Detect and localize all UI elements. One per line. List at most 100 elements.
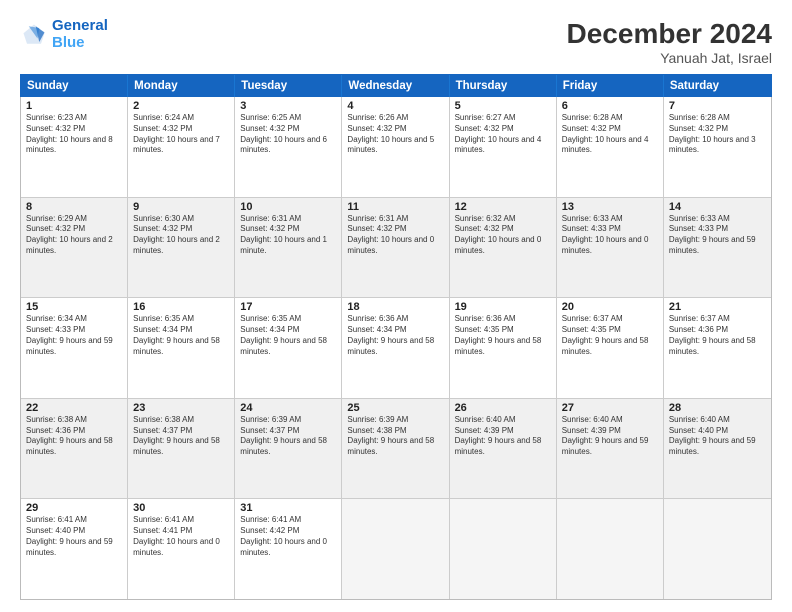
cell-details: Sunrise: 6:39 AMSunset: 4:38 PMDaylight:… xyxy=(347,415,443,458)
calendar-cell: 30Sunrise: 6:41 AMSunset: 4:41 PMDayligh… xyxy=(128,499,235,599)
header-thursday: Thursday xyxy=(450,75,557,97)
calendar-week-4: 22Sunrise: 6:38 AMSunset: 4:36 PMDayligh… xyxy=(21,399,771,500)
calendar-week-2: 8Sunrise: 6:29 AMSunset: 4:32 PMDaylight… xyxy=(21,198,771,299)
cell-details: Sunrise: 6:33 AMSunset: 4:33 PMDaylight:… xyxy=(562,214,658,257)
calendar-cell: 3Sunrise: 6:25 AMSunset: 4:32 PMDaylight… xyxy=(235,97,342,197)
day-number: 6 xyxy=(562,100,658,112)
cell-details: Sunrise: 6:38 AMSunset: 4:37 PMDaylight:… xyxy=(133,415,229,458)
cell-details: Sunrise: 6:25 AMSunset: 4:32 PMDaylight:… xyxy=(240,113,336,156)
day-number: 9 xyxy=(133,201,229,213)
calendar-cell xyxy=(557,499,664,599)
day-number: 28 xyxy=(669,402,766,414)
cell-details: Sunrise: 6:37 AMSunset: 4:36 PMDaylight:… xyxy=(669,314,766,357)
calendar-cell: 19Sunrise: 6:36 AMSunset: 4:35 PMDayligh… xyxy=(450,298,557,398)
day-number: 24 xyxy=(240,402,336,414)
day-number: 4 xyxy=(347,100,443,112)
day-number: 1 xyxy=(26,100,122,112)
calendar-cell: 31Sunrise: 6:41 AMSunset: 4:42 PMDayligh… xyxy=(235,499,342,599)
cell-details: Sunrise: 6:40 AMSunset: 4:40 PMDaylight:… xyxy=(669,415,766,458)
day-number: 13 xyxy=(562,201,658,213)
day-number: 19 xyxy=(455,301,551,313)
cell-details: Sunrise: 6:35 AMSunset: 4:34 PMDaylight:… xyxy=(240,314,336,357)
calendar-cell: 16Sunrise: 6:35 AMSunset: 4:34 PMDayligh… xyxy=(128,298,235,398)
calendar-header-border: Sunday Monday Tuesday Wednesday Thursday… xyxy=(20,74,772,97)
calendar-cell: 2Sunrise: 6:24 AMSunset: 4:32 PMDaylight… xyxy=(128,97,235,197)
header-sunday: Sunday xyxy=(21,75,128,97)
calendar-cell: 9Sunrise: 6:30 AMSunset: 4:32 PMDaylight… xyxy=(128,198,235,298)
calendar-cell: 8Sunrise: 6:29 AMSunset: 4:32 PMDaylight… xyxy=(21,198,128,298)
header-wednesday: Wednesday xyxy=(342,75,449,97)
calendar-cell: 26Sunrise: 6:40 AMSunset: 4:39 PMDayligh… xyxy=(450,399,557,499)
calendar-body: 1Sunrise: 6:23 AMSunset: 4:32 PMDaylight… xyxy=(21,97,771,599)
cell-details: Sunrise: 6:36 AMSunset: 4:34 PMDaylight:… xyxy=(347,314,443,357)
calendar-cell: 7Sunrise: 6:28 AMSunset: 4:32 PMDaylight… xyxy=(664,97,771,197)
header-saturday: Saturday xyxy=(664,75,771,97)
day-number: 27 xyxy=(562,402,658,414)
cell-details: Sunrise: 6:38 AMSunset: 4:36 PMDaylight:… xyxy=(26,415,122,458)
calendar-cell: 12Sunrise: 6:32 AMSunset: 4:32 PMDayligh… xyxy=(450,198,557,298)
header-monday: Monday xyxy=(128,75,235,97)
cell-details: Sunrise: 6:40 AMSunset: 4:39 PMDaylight:… xyxy=(455,415,551,458)
cell-details: Sunrise: 6:41 AMSunset: 4:41 PMDaylight:… xyxy=(133,515,229,558)
calendar-cell: 1Sunrise: 6:23 AMSunset: 4:32 PMDaylight… xyxy=(21,97,128,197)
day-number: 21 xyxy=(669,301,766,313)
day-number: 16 xyxy=(133,301,229,313)
page: General Blue December 2024 Yanuah Jat, I… xyxy=(0,0,792,612)
day-number: 23 xyxy=(133,402,229,414)
day-number: 31 xyxy=(240,502,336,514)
calendar-week-3: 15Sunrise: 6:34 AMSunset: 4:33 PMDayligh… xyxy=(21,298,771,399)
cell-details: Sunrise: 6:31 AMSunset: 4:32 PMDaylight:… xyxy=(347,214,443,257)
location: Yanuah Jat, Israel xyxy=(567,50,772,66)
cell-details: Sunrise: 6:39 AMSunset: 4:37 PMDaylight:… xyxy=(240,415,336,458)
calendar-cell: 17Sunrise: 6:35 AMSunset: 4:34 PMDayligh… xyxy=(235,298,342,398)
header: General Blue December 2024 Yanuah Jat, I… xyxy=(20,18,772,66)
day-number: 29 xyxy=(26,502,122,514)
calendar-body-border: 1Sunrise: 6:23 AMSunset: 4:32 PMDaylight… xyxy=(20,97,772,600)
cell-details: Sunrise: 6:35 AMSunset: 4:34 PMDaylight:… xyxy=(133,314,229,357)
calendar-week-5: 29Sunrise: 6:41 AMSunset: 4:40 PMDayligh… xyxy=(21,499,771,599)
cell-details: Sunrise: 6:41 AMSunset: 4:40 PMDaylight:… xyxy=(26,515,122,558)
cell-details: Sunrise: 6:27 AMSunset: 4:32 PMDaylight:… xyxy=(455,113,551,156)
calendar-cell xyxy=(450,499,557,599)
cell-details: Sunrise: 6:24 AMSunset: 4:32 PMDaylight:… xyxy=(133,113,229,156)
day-number: 10 xyxy=(240,201,336,213)
calendar-cell: 10Sunrise: 6:31 AMSunset: 4:32 PMDayligh… xyxy=(235,198,342,298)
cell-details: Sunrise: 6:31 AMSunset: 4:32 PMDaylight:… xyxy=(240,214,336,257)
day-number: 15 xyxy=(26,301,122,313)
calendar-header: Sunday Monday Tuesday Wednesday Thursday… xyxy=(21,75,771,97)
logo-icon xyxy=(20,21,48,49)
calendar-cell: 5Sunrise: 6:27 AMSunset: 4:32 PMDaylight… xyxy=(450,97,557,197)
calendar-week-1: 1Sunrise: 6:23 AMSunset: 4:32 PMDaylight… xyxy=(21,97,771,198)
cell-details: Sunrise: 6:34 AMSunset: 4:33 PMDaylight:… xyxy=(26,314,122,357)
cell-details: Sunrise: 6:29 AMSunset: 4:32 PMDaylight:… xyxy=(26,214,122,257)
header-tuesday: Tuesday xyxy=(235,75,342,97)
month-title: December 2024 xyxy=(567,18,772,50)
cell-details: Sunrise: 6:36 AMSunset: 4:35 PMDaylight:… xyxy=(455,314,551,357)
calendar-cell: 21Sunrise: 6:37 AMSunset: 4:36 PMDayligh… xyxy=(664,298,771,398)
header-friday: Friday xyxy=(557,75,664,97)
day-number: 26 xyxy=(455,402,551,414)
day-number: 5 xyxy=(455,100,551,112)
calendar-cell: 28Sunrise: 6:40 AMSunset: 4:40 PMDayligh… xyxy=(664,399,771,499)
calendar-cell: 27Sunrise: 6:40 AMSunset: 4:39 PMDayligh… xyxy=(557,399,664,499)
calendar-cell: 25Sunrise: 6:39 AMSunset: 4:38 PMDayligh… xyxy=(342,399,449,499)
day-number: 18 xyxy=(347,301,443,313)
cell-details: Sunrise: 6:33 AMSunset: 4:33 PMDaylight:… xyxy=(669,214,766,257)
cell-details: Sunrise: 6:32 AMSunset: 4:32 PMDaylight:… xyxy=(455,214,551,257)
calendar-cell: 20Sunrise: 6:37 AMSunset: 4:35 PMDayligh… xyxy=(557,298,664,398)
day-number: 17 xyxy=(240,301,336,313)
cell-details: Sunrise: 6:40 AMSunset: 4:39 PMDaylight:… xyxy=(562,415,658,458)
day-number: 8 xyxy=(26,201,122,213)
calendar-cell: 11Sunrise: 6:31 AMSunset: 4:32 PMDayligh… xyxy=(342,198,449,298)
calendar-cell: 23Sunrise: 6:38 AMSunset: 4:37 PMDayligh… xyxy=(128,399,235,499)
cell-details: Sunrise: 6:28 AMSunset: 4:32 PMDaylight:… xyxy=(562,113,658,156)
cell-details: Sunrise: 6:41 AMSunset: 4:42 PMDaylight:… xyxy=(240,515,336,558)
title-block: December 2024 Yanuah Jat, Israel xyxy=(567,18,772,66)
calendar-cell: 15Sunrise: 6:34 AMSunset: 4:33 PMDayligh… xyxy=(21,298,128,398)
cell-details: Sunrise: 6:30 AMSunset: 4:32 PMDaylight:… xyxy=(133,214,229,257)
day-number: 14 xyxy=(669,201,766,213)
cell-details: Sunrise: 6:28 AMSunset: 4:32 PMDaylight:… xyxy=(669,113,766,156)
day-number: 7 xyxy=(669,100,766,112)
logo: General Blue xyxy=(20,18,108,51)
day-number: 12 xyxy=(455,201,551,213)
